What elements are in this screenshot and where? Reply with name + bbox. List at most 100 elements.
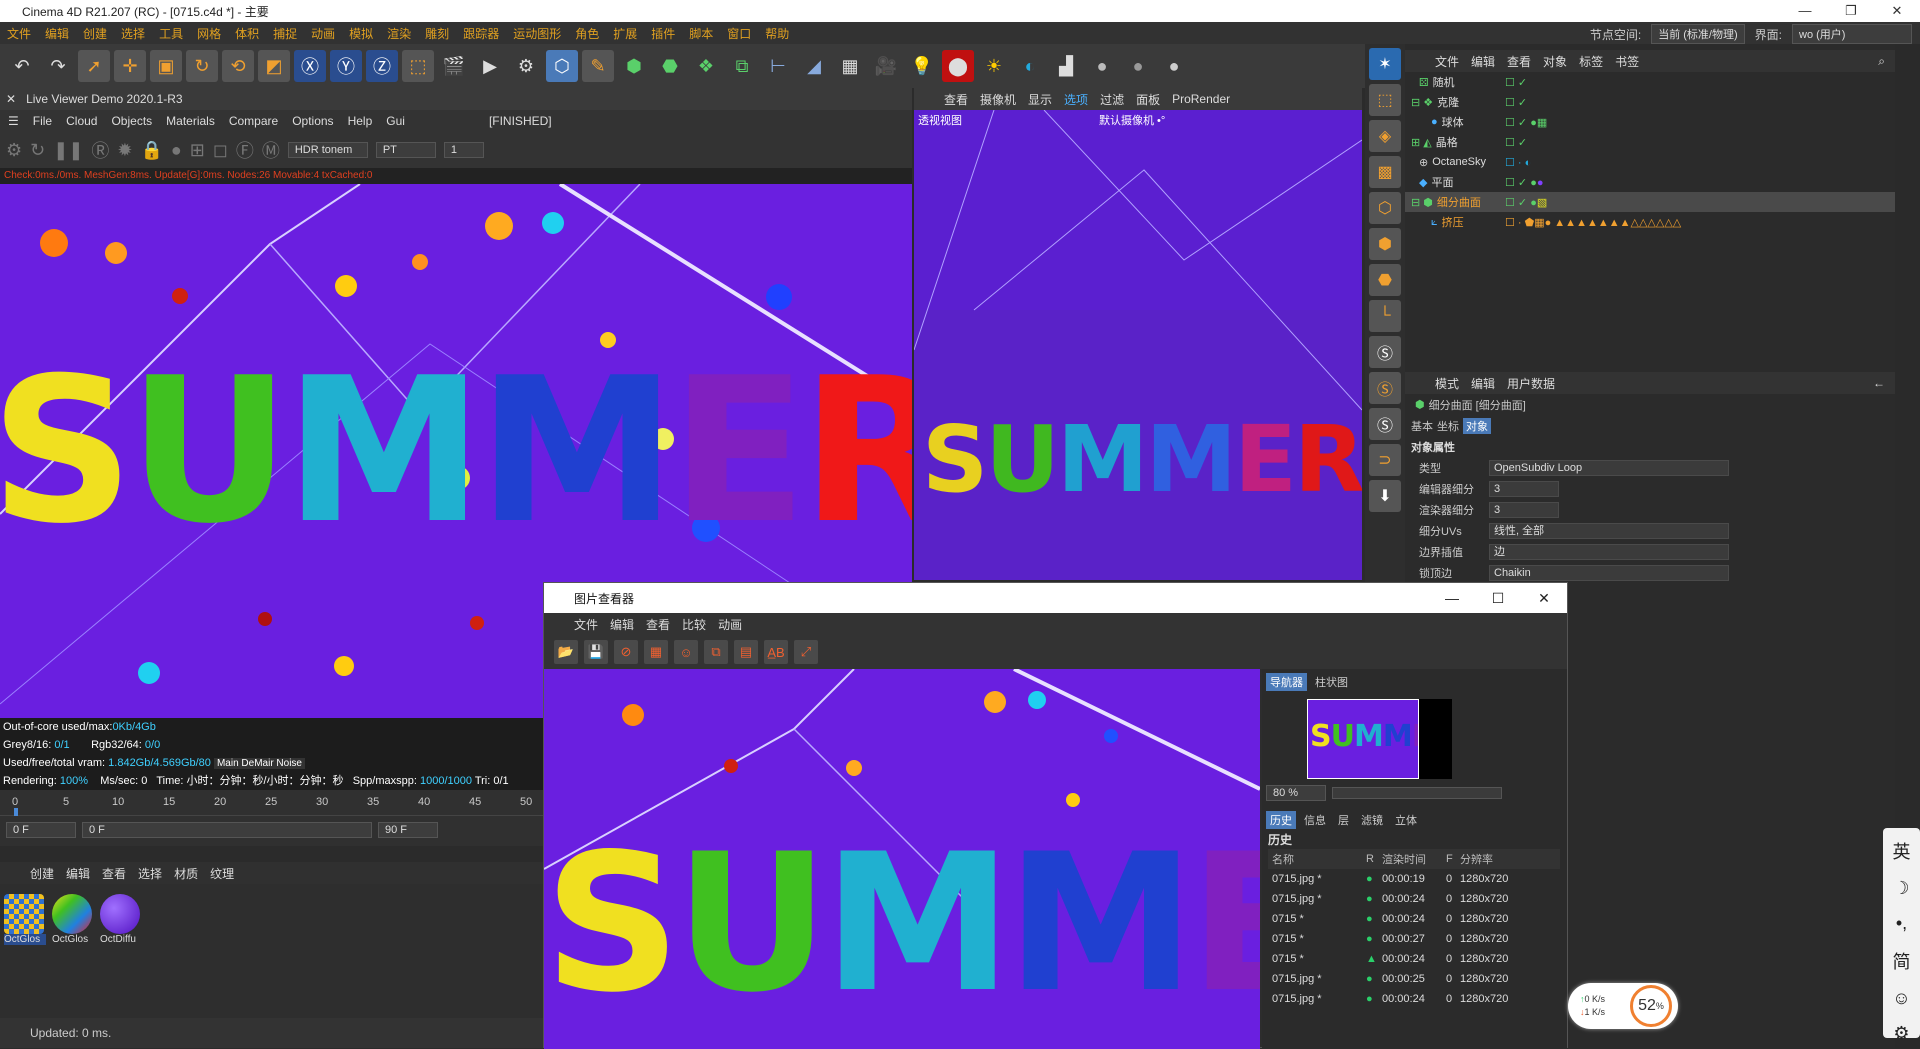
menu-sculpt[interactable]: 雕刻 bbox=[418, 25, 456, 42]
z-axis-icon[interactable]: Ⓩ bbox=[366, 50, 398, 82]
object-row[interactable]: ⊕ OctaneSky ☐ · ◐ bbox=[1405, 152, 1895, 172]
render-region-icon[interactable]: 🎬 bbox=[438, 50, 470, 82]
tab-info[interactable]: 信息 bbox=[1300, 811, 1330, 829]
pv-menu-animate[interactable]: 动画 bbox=[718, 616, 742, 633]
rotate-tool-icon[interactable]: ↻ bbox=[186, 50, 218, 82]
move-tool-icon[interactable]: ✛ bbox=[114, 50, 146, 82]
lv-menu-gui[interactable]: Gui bbox=[386, 114, 405, 128]
m-icon[interactable]: Ⓜ bbox=[262, 137, 280, 163]
visibility-icon[interactable]: ☐ ✓ ●● bbox=[1505, 176, 1544, 189]
object-mode-icon[interactable]: ◈ bbox=[1369, 120, 1401, 152]
zoom-slider[interactable] bbox=[1332, 787, 1502, 799]
object-row[interactable]: ⊞ ◭ 晶格 ☐ ✓ bbox=[1405, 132, 1895, 152]
om-menu-file[interactable]: 文件 bbox=[1435, 53, 1459, 70]
picture-viewer-image[interactable]: SUMMER bbox=[544, 669, 1260, 1049]
lv-menu-file[interactable]: File bbox=[33, 114, 52, 128]
object-row[interactable]: ● 球体 ☐ ✓ ●▦ bbox=[1405, 112, 1895, 132]
close-icon[interactable]: ✕ bbox=[6, 92, 16, 106]
value-stepper[interactable]: 1 bbox=[443, 142, 484, 158]
start-frame-field[interactable]: 0 F bbox=[6, 822, 76, 838]
om-menu-view[interactable]: 查看 bbox=[1507, 53, 1531, 70]
menu-character[interactable]: 角色 bbox=[568, 25, 606, 42]
s-plugin3-icon[interactable]: Ⓢ bbox=[1369, 408, 1401, 440]
end-frame-field[interactable]: 90 F bbox=[378, 822, 438, 838]
vp-menu-panel[interactable]: 面板 bbox=[1136, 91, 1160, 108]
menu-create[interactable]: 创建 bbox=[76, 25, 114, 42]
subdivision-icon[interactable]: ⬢ bbox=[618, 50, 650, 82]
octane-record-icon[interactable]: ⬤ bbox=[942, 50, 974, 82]
playhead[interactable] bbox=[14, 808, 18, 816]
f-icon[interactable]: Ⓕ bbox=[236, 137, 254, 163]
back-arrow-icon[interactable]: ← bbox=[1873, 376, 1885, 390]
y-axis-icon[interactable]: Ⓨ bbox=[330, 50, 362, 82]
render-settings-icon[interactable]: ⚙ bbox=[510, 50, 542, 82]
stop-icon[interactable]: ⊘ bbox=[614, 640, 638, 664]
lock-icon[interactable]: 🔒 bbox=[141, 140, 163, 161]
render-view-icon[interactable]: ▶ bbox=[474, 50, 506, 82]
vp-menu-filter[interactable]: 过滤 bbox=[1100, 91, 1124, 108]
tonemap-select[interactable]: HDR tonem bbox=[287, 142, 368, 158]
pv-maximize-button[interactable]: ☐ bbox=[1475, 583, 1521, 613]
history-row[interactable]: 0715.jpg * ● 00:00:24 0 1280x720 bbox=[1268, 989, 1560, 1009]
tab-filter[interactable]: 滤镜 bbox=[1357, 811, 1387, 829]
download-icon[interactable]: ⬇ bbox=[1369, 480, 1401, 512]
open-icon[interactable]: 📂 bbox=[554, 640, 578, 664]
punctuation-icon[interactable]: •, bbox=[1896, 913, 1907, 934]
moon-icon[interactable]: ☽ bbox=[1893, 878, 1909, 899]
render-subdiv-field[interactable]: 3 bbox=[1489, 501, 1559, 518]
menu-select[interactable]: 选择 bbox=[114, 25, 152, 42]
pause-icon[interactable]: ❚❚ bbox=[53, 140, 83, 161]
menu-tracker[interactable]: 跟踪器 bbox=[456, 25, 506, 42]
axis-icon[interactable]: └ bbox=[1369, 300, 1401, 332]
tab-histogram[interactable]: 柱状图 bbox=[1311, 673, 1352, 691]
menu-volume[interactable]: 体积 bbox=[228, 25, 266, 42]
save-icon[interactable]: 💾 bbox=[584, 640, 608, 664]
attr-menu-userdata[interactable]: 用户数据 bbox=[1507, 375, 1555, 392]
menu-animate[interactable]: 动画 bbox=[304, 25, 342, 42]
vp-menu-view[interactable]: 查看 bbox=[944, 91, 968, 108]
history-row[interactable]: 0715.jpg * ● 00:00:19 0 1280x720 bbox=[1268, 869, 1560, 889]
close-button[interactable]: ✕ bbox=[1874, 0, 1920, 22]
sun-icon[interactable]: ☀ bbox=[978, 50, 1010, 82]
menu-window[interactable]: 窗口 bbox=[720, 25, 758, 42]
menu-mesh[interactable]: 网格 bbox=[190, 25, 228, 42]
history-row[interactable]: 0715 * ▲ 00:00:24 0 1280x720 bbox=[1268, 949, 1560, 969]
menu-mograph[interactable]: 运动图形 bbox=[506, 25, 568, 42]
floor-icon[interactable]: ◢ bbox=[798, 50, 830, 82]
perspective-viewport[interactable]: 透视视图 默认摄像机 •° SUMMER bbox=[914, 110, 1362, 580]
ime-language[interactable]: 英 bbox=[1893, 838, 1911, 864]
ime-simplified[interactable]: 简 bbox=[1893, 948, 1911, 974]
menu-simulate[interactable]: 模拟 bbox=[342, 25, 380, 42]
undo-icon[interactable]: ↶ bbox=[6, 50, 38, 82]
texture-mode-icon[interactable]: ▩ bbox=[1369, 156, 1401, 188]
visibility-icon[interactable]: ☐ · ◐ bbox=[1505, 156, 1531, 169]
menu-file[interactable]: 文件 bbox=[0, 25, 38, 42]
octane-sky-icon[interactable]: ◐ bbox=[1014, 50, 1046, 82]
mat-menu-select[interactable]: 选择 bbox=[138, 865, 162, 882]
cloner-icon[interactable]: ❖ bbox=[690, 50, 722, 82]
material-item[interactable]: OctGlos bbox=[52, 894, 94, 952]
bend-icon[interactable]: ⊢ bbox=[762, 50, 794, 82]
mat-menu-edit[interactable]: 编辑 bbox=[66, 865, 90, 882]
mat-menu-material[interactable]: 材质 bbox=[174, 865, 198, 882]
ab-compare-icon[interactable]: A̲B bbox=[764, 640, 788, 664]
mat-menu-texture[interactable]: 纹理 bbox=[210, 865, 234, 882]
extrude-icon[interactable]: ⬣ bbox=[654, 50, 686, 82]
s-plugin2-icon[interactable]: Ⓢ bbox=[1369, 372, 1401, 404]
navigator-thumbnail[interactable]: SUMMER bbox=[1307, 699, 1452, 779]
attr-tab-basic[interactable]: 基本 bbox=[1411, 418, 1433, 434]
psr-icon[interactable]: ⟲ bbox=[222, 50, 254, 82]
subdiv-uvs-select[interactable]: 线性, 全部 bbox=[1489, 522, 1729, 539]
visibility-icon[interactable]: ☐ ✓ ●▦ bbox=[1505, 116, 1547, 129]
settings-icon[interactable]: ⚙ bbox=[6, 140, 22, 161]
lv-menu-materials[interactable]: Materials bbox=[166, 114, 215, 128]
coordinate-system-icon[interactable]: ⬚ bbox=[402, 50, 434, 82]
hamburger-icon[interactable]: ☰ bbox=[8, 114, 19, 128]
point-mode-icon[interactable]: ⬡ bbox=[1369, 192, 1401, 224]
deformer-icon[interactable]: ⧉ bbox=[726, 50, 758, 82]
lv-menu-objects[interactable]: Objects bbox=[111, 114, 152, 128]
emoji-icon[interactable]: ☺ bbox=[1892, 988, 1910, 1009]
layers-icon[interactable]: ▤ bbox=[734, 640, 758, 664]
select-tool-icon[interactable]: ➚ bbox=[78, 50, 110, 82]
menu-tools[interactable]: 工具 bbox=[152, 25, 190, 42]
